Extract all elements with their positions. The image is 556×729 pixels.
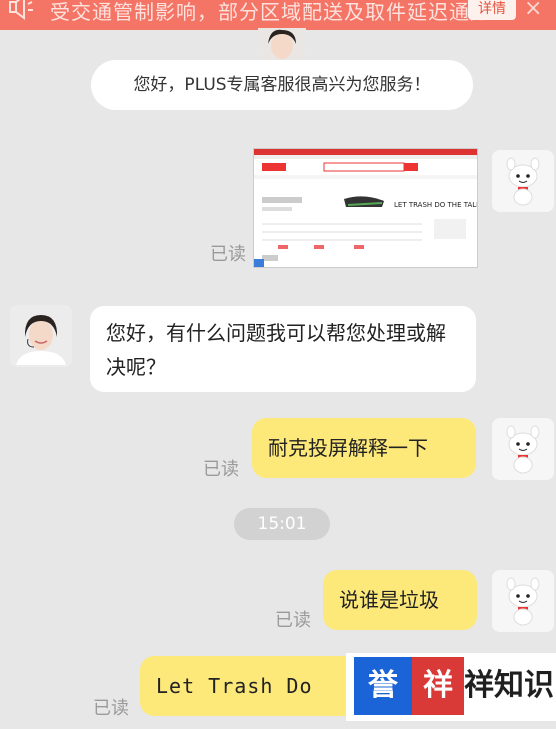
read-status: 已读	[210, 244, 246, 265]
notice-text: 受交通管制影响，部分区域配送及取件延迟通知	[50, 0, 491, 24]
user-avatar	[492, 418, 554, 480]
watermark-text: 祥知识	[464, 668, 554, 703]
timestamp: 15:01	[234, 508, 330, 540]
read-status: 已读	[203, 459, 239, 480]
user-avatar	[492, 570, 554, 632]
screenshot-banner-text: LET TRASH DO THE TALK.	[394, 201, 478, 209]
watermark-badge: 誉	[354, 657, 412, 715]
user-avatar	[492, 150, 554, 212]
watermark-badge: 祥	[412, 657, 464, 715]
speaker-icon	[9, 0, 33, 20]
joy-robot-icon	[492, 418, 554, 480]
joy-robot-icon	[492, 570, 554, 632]
shared-screenshot[interactable]: LET TRASH DO THE TALK.	[253, 148, 478, 268]
details-button[interactable]: 详情	[468, 0, 516, 20]
read-status: 已读	[275, 610, 311, 631]
agent-avatar	[10, 305, 72, 367]
watermark-logo: 誉 祥 祥知识	[346, 653, 556, 721]
welcome-message: 您好，PLUS专属客服很高兴为您服务！	[91, 60, 473, 110]
joy-robot-icon	[492, 150, 554, 212]
user-message-2: 说谁是垃圾	[323, 570, 477, 630]
close-icon[interactable]: ×	[524, 0, 542, 21]
agent-message: 您好，有什么问题我可以帮您处理或解决呢？	[90, 306, 476, 392]
screenshot-image: LET TRASH DO THE TALK.	[254, 149, 478, 267]
read-status: 已读	[93, 698, 129, 719]
user-message-1: 耐克投屏解释一下	[252, 418, 476, 478]
notice-bar[interactable]: 受交通管制影响，部分区域配送及取件延迟通知 详情 ×	[0, 0, 556, 30]
agent-photo-icon	[10, 305, 72, 367]
